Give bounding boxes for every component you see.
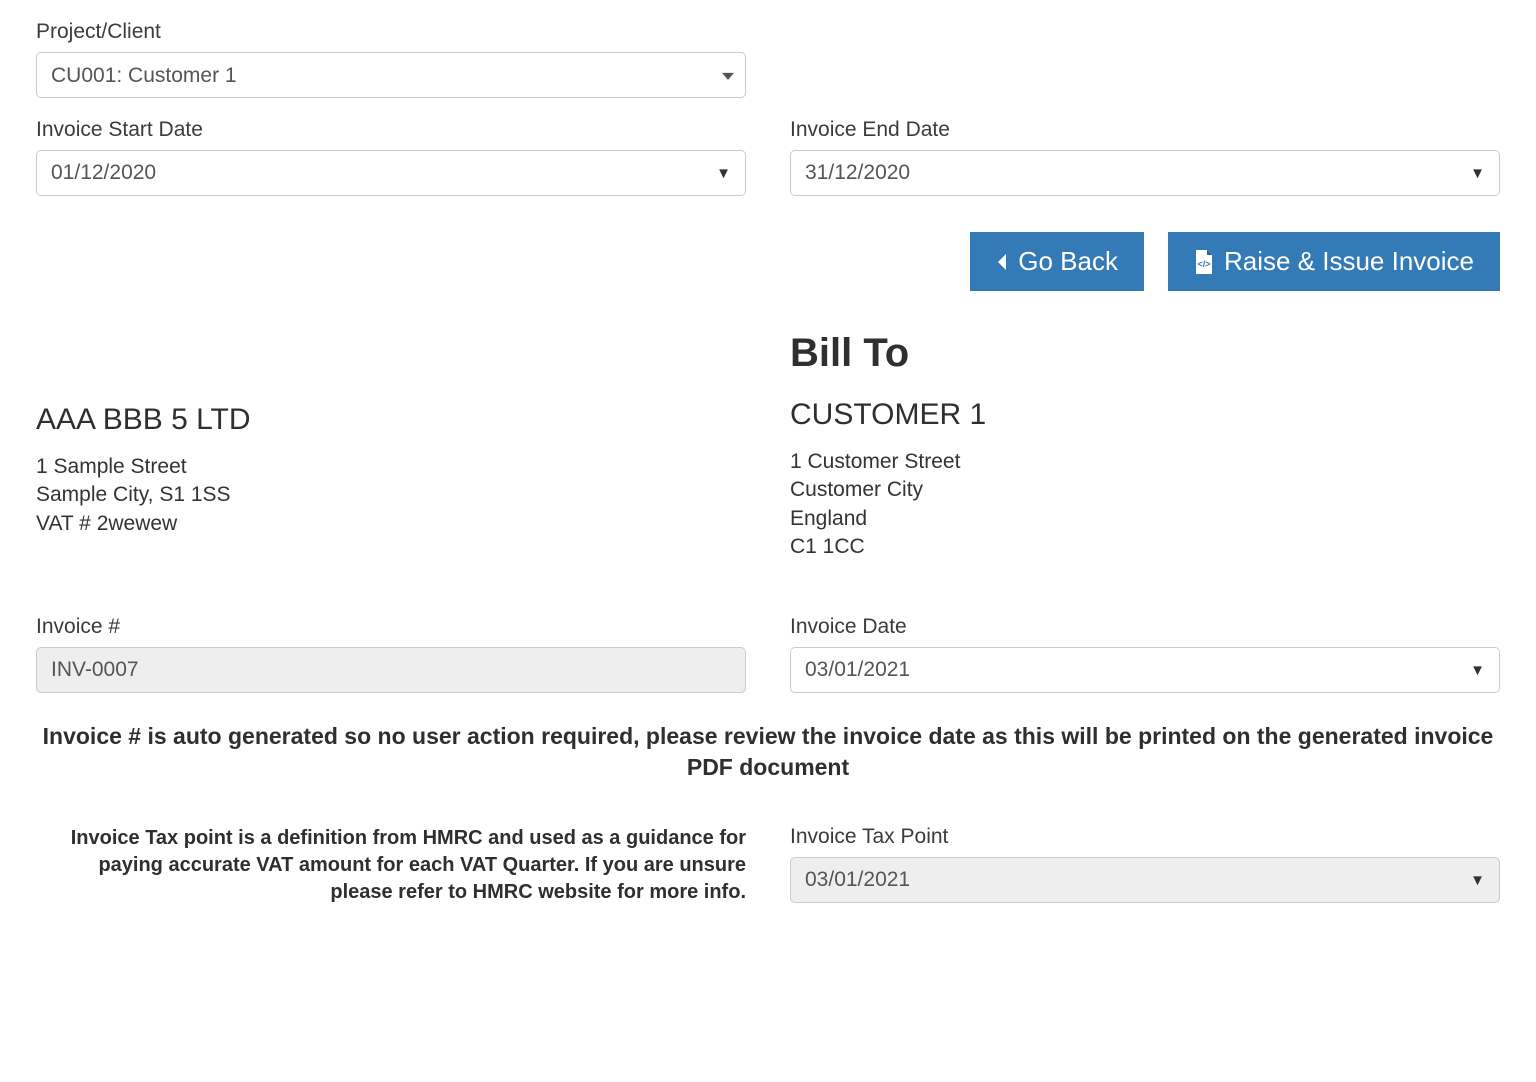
invoice-date-value: 03/01/2021 <box>805 658 910 682</box>
go-back-button[interactable]: Go Back <box>970 232 1144 291</box>
from-address-block: AAA BBB 5 LTD 1 Sample Street Sample Cit… <box>36 331 746 561</box>
invoice-end-date-label: Invoice End Date <box>790 118 1500 142</box>
file-code-icon: </> <box>1194 250 1214 274</box>
invoice-end-date-input[interactable]: 31/12/2020 ▼ <box>790 150 1500 196</box>
chevron-down-icon: ▼ <box>1470 662 1485 679</box>
raise-issue-invoice-button[interactable]: </> Raise & Issue Invoice <box>1168 232 1500 291</box>
from-address-line2: Sample City, S1 1SS <box>36 481 746 509</box>
invoice-tax-point-input[interactable]: 03/01/2021 ▼ <box>790 857 1500 903</box>
raise-issue-invoice-label: Raise & Issue Invoice <box>1224 246 1474 277</box>
invoice-end-date-value: 31/12/2020 <box>805 161 910 185</box>
actions-row: Go Back </> Raise & Issue Invoice <box>36 232 1500 291</box>
chevron-down-icon: ▼ <box>1470 872 1485 889</box>
invoice-number-label: Invoice # <box>36 615 746 639</box>
from-company-name: AAA BBB 5 LTD <box>36 403 746 437</box>
invoice-tax-point-label: Invoice Tax Point <box>790 825 1500 849</box>
bill-to-company-name: CUSTOMER 1 <box>790 398 1500 432</box>
from-vat: VAT # 2wewew <box>36 510 746 538</box>
project-client-label: Project/Client <box>36 20 746 44</box>
invoice-start-date-input[interactable]: 01/12/2020 ▼ <box>36 150 746 196</box>
tax-point-note: Invoice Tax point is a definition from H… <box>36 825 746 906</box>
bill-to-line1: 1 Customer Street <box>790 448 1500 476</box>
invoice-tax-point-value: 03/01/2021 <box>805 868 910 892</box>
invoice-date-label: Invoice Date <box>790 615 1500 639</box>
project-client-select-wrap: CU001: Customer 1 <box>36 52 746 98</box>
go-back-label: Go Back <box>1018 246 1118 277</box>
bill-to-block: Bill To CUSTOMER 1 1 Customer Street Cus… <box>790 331 1500 561</box>
invoice-start-date-label: Invoice Start Date <box>36 118 746 142</box>
from-address-line1: 1 Sample Street <box>36 453 746 481</box>
bill-to-line2: Customer City <box>790 476 1500 504</box>
bill-to-heading: Bill To <box>790 331 1500 376</box>
chevron-down-icon: ▼ <box>716 165 731 182</box>
bill-to-line4: C1 1CC <box>790 533 1500 561</box>
bill-to-line3: England <box>790 505 1500 533</box>
chevron-down-icon: ▼ <box>1470 165 1485 182</box>
svg-text:</>: </> <box>1197 259 1210 269</box>
invoice-number-note: Invoice # is auto generated so no user a… <box>36 721 1500 783</box>
invoice-date-input[interactable]: 03/01/2021 ▼ <box>790 647 1500 693</box>
caret-left-icon <box>996 252 1008 272</box>
invoice-start-date-value: 01/12/2020 <box>51 161 156 185</box>
project-client-select[interactable]: CU001: Customer 1 <box>36 52 746 98</box>
invoice-number-input <box>36 647 746 693</box>
